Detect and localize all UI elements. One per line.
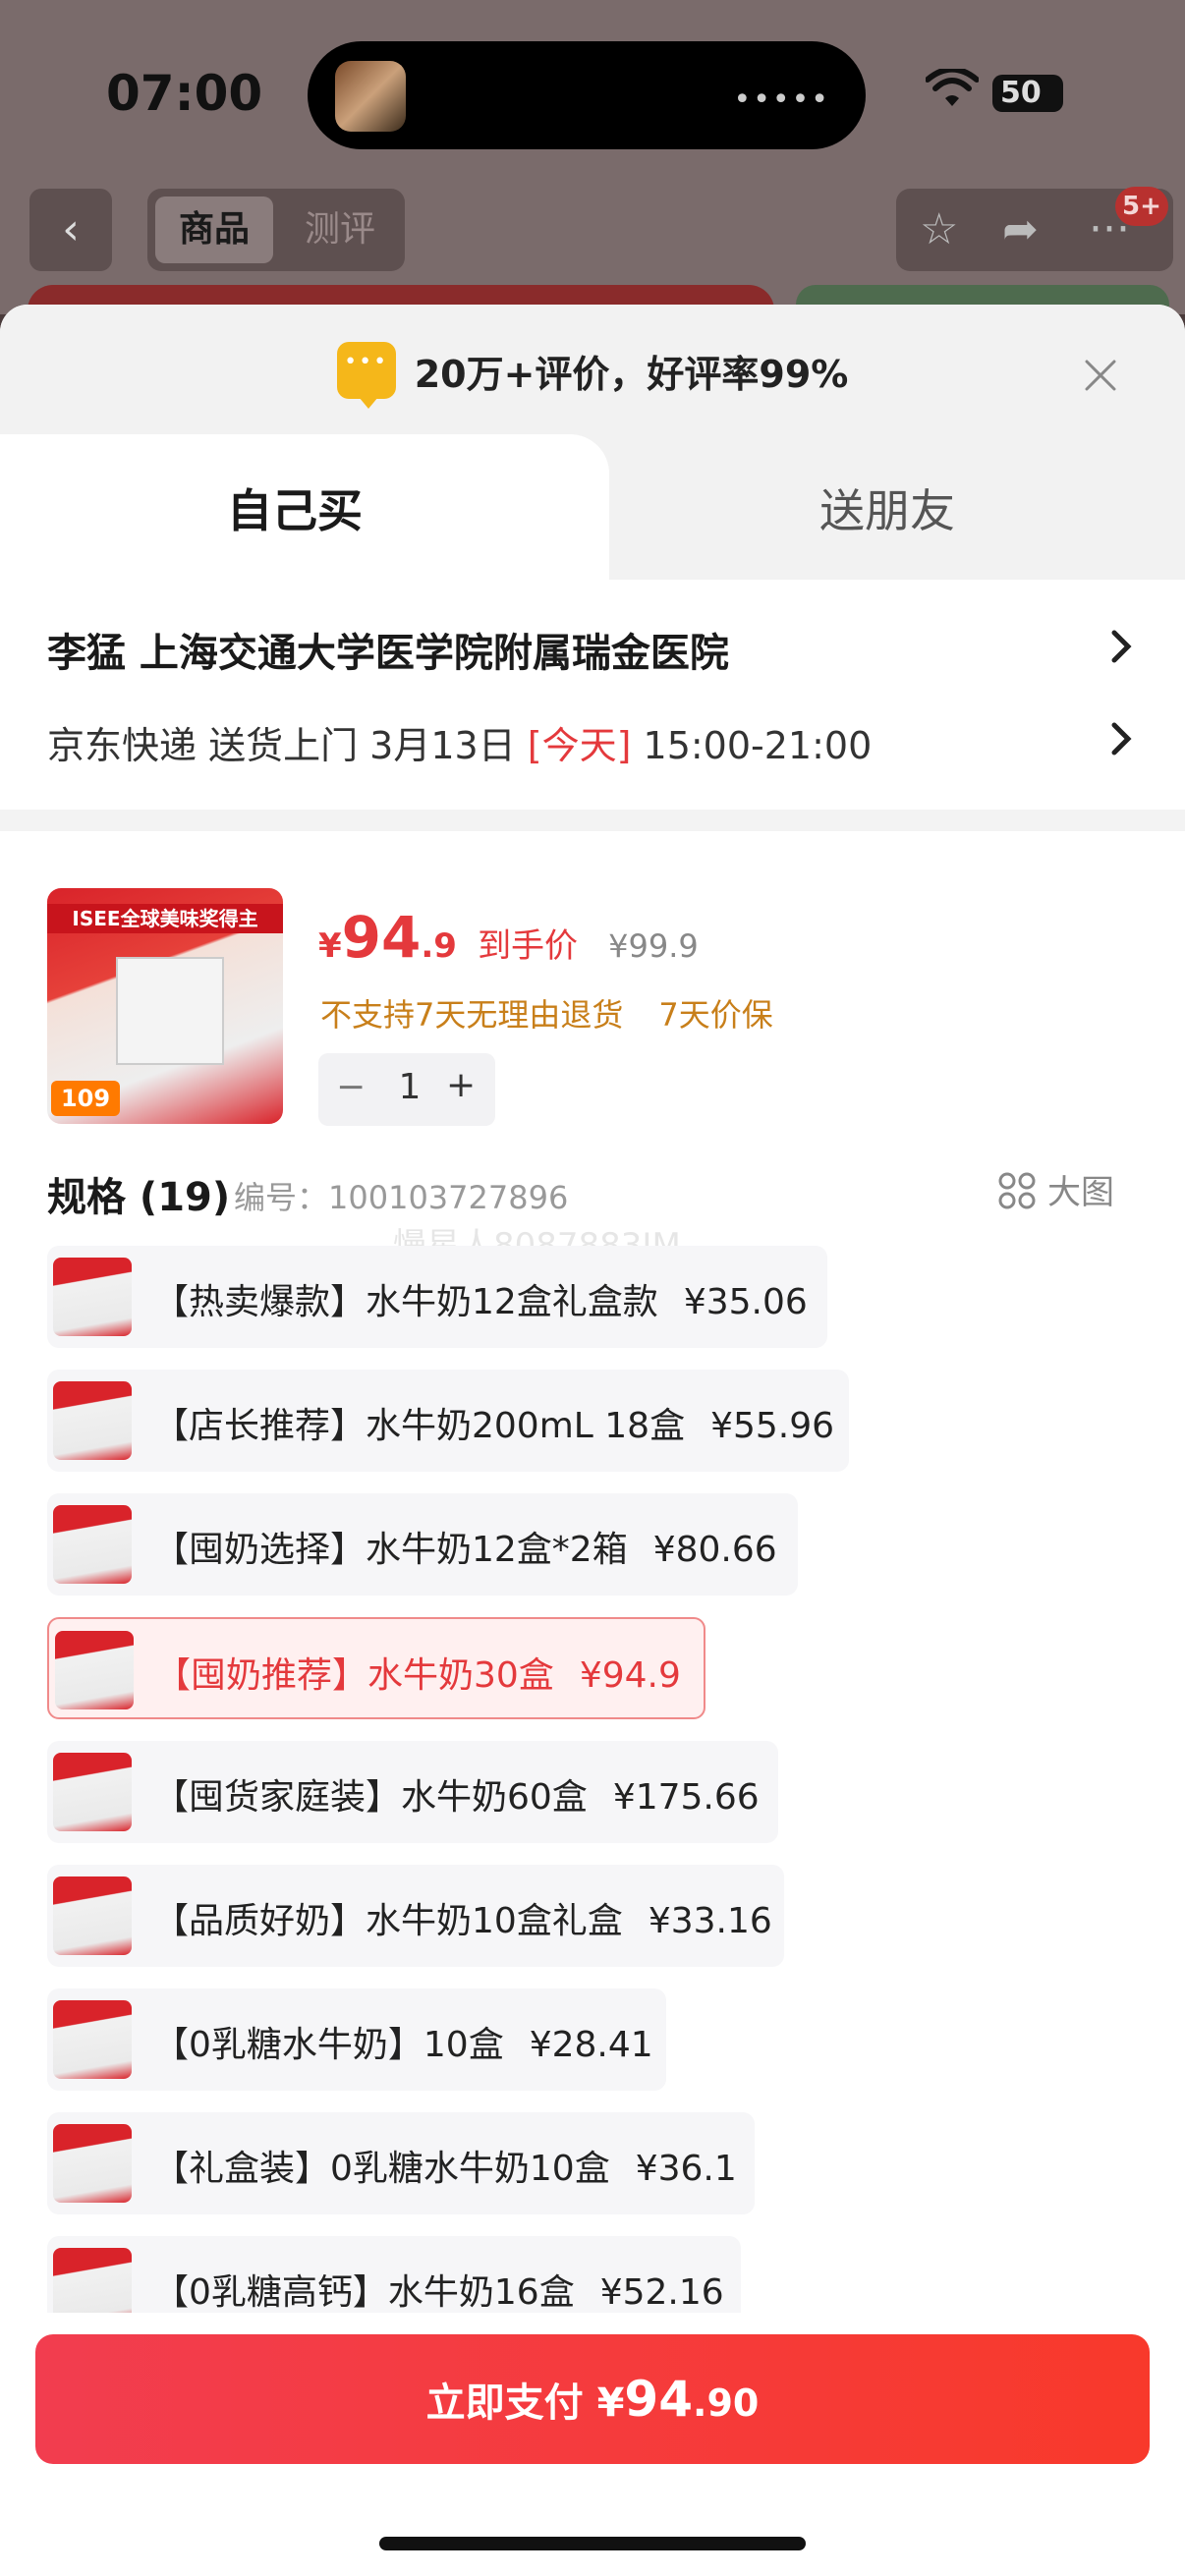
- spec-option-label: 【店长推荐】水牛奶200mL 18盒: [153, 1406, 686, 1446]
- product-image-banner: ISEE全球美味奖得主: [47, 904, 283, 933]
- spec-option-thumb: [53, 2000, 132, 2079]
- spec-option-label: 【礼盒装】0乳糖水牛奶10盒: [153, 2149, 610, 2189]
- spec-option-text: 【囤货家庭装】水牛奶60盒 ¥175.66: [153, 1768, 760, 1820]
- spec-option[interactable]: 【店长推荐】水牛奶200mL 18盒 ¥55.96: [47, 1370, 849, 1472]
- purchase-sheet: 20万+评价，好评率99% 自己买 送朋友 李猛 上海交通大学医学院附属瑞金医院…: [0, 305, 1185, 2576]
- product-box-graphic: [116, 957, 224, 1065]
- section-divider: [0, 810, 1185, 831]
- quantity-value[interactable]: 1: [395, 1067, 424, 1107]
- delivery-method: 京东快递 送货上门 3月13日: [47, 724, 528, 767]
- spec-option[interactable]: 【品质好奶】水牛奶10盒礼盒 ¥33.16: [47, 1865, 784, 1967]
- spec-option-thumb: [53, 1381, 132, 1460]
- spec-option-thumb: [53, 1753, 132, 1831]
- product-image-price: 109: [51, 1081, 120, 1116]
- spec-code: 编号：100103727896: [234, 1179, 569, 1216]
- delivery-today: [今天]: [527, 724, 632, 767]
- spec-option-text: 【0乳糖高钙】水牛奶16盒 ¥52.16: [153, 2264, 724, 2315]
- pay-amount: 94: [624, 2371, 694, 2428]
- segment-review[interactable]: 测评: [281, 196, 399, 263]
- battery-icon: 50: [992, 75, 1063, 112]
- pay-symbol: ¥: [596, 2380, 625, 2426]
- spec-option-price: ¥35.06: [683, 1282, 808, 1322]
- big-image-toggle[interactable]: 大图: [998, 1165, 1114, 1213]
- cart-badge: 5+: [1115, 187, 1168, 226]
- delivery-info[interactable]: 京东快递 送货上门 3月13日 [今天] 15:00-21:00: [47, 715, 872, 769]
- price-decimal: .9: [421, 926, 457, 966]
- spec-option[interactable]: 【热卖爆款】水牛奶12盒礼盒款 ¥35.06: [47, 1246, 827, 1348]
- spec-option-price: ¥36.1: [635, 2149, 737, 2189]
- spec-option-label: 【囤奶选择】水牛奶12盒*2箱: [153, 1530, 628, 1570]
- waveform-icon: •••••: [733, 83, 830, 117]
- spec-option-price: ¥33.16: [648, 1901, 772, 1941]
- price-symbol: ¥: [318, 926, 342, 966]
- pay-decimal: .90: [693, 2381, 760, 2425]
- pay-label: 立即支付: [425, 2380, 597, 2426]
- close-icon[interactable]: [1079, 354, 1122, 397]
- decrease-button[interactable]: −: [336, 1067, 366, 1107]
- spec-option-text: 【0乳糖水牛奶】10盒 ¥28.41: [153, 2016, 653, 2067]
- spec-option[interactable]: 【礼盒装】0乳糖水牛奶10盒 ¥36.1: [47, 2112, 755, 2214]
- tag-price-protect[interactable]: 7天价保: [658, 996, 772, 1034]
- spec-option-thumb: [55, 1631, 134, 1709]
- share-icon[interactable]: ➦: [1002, 204, 1039, 254]
- pay-now-button[interactable]: 立即支付 ¥94.90: [35, 2334, 1150, 2464]
- spec-option-selected[interactable]: 【囤奶推荐】水牛奶30盒 ¥94.9: [47, 1617, 705, 1719]
- spec-option-price: ¥94.9: [579, 1655, 681, 1696]
- original-price: ¥99.9: [608, 927, 699, 965]
- price-label: 到手价: [478, 926, 579, 966]
- spec-title: 规格 (19): [47, 1175, 231, 1220]
- spec-option-price: ¥52.16: [599, 2272, 724, 2313]
- spec-option-price: ¥28.41: [529, 2025, 653, 2065]
- quantity-stepper: − 1 +: [318, 1053, 495, 1126]
- segment-control[interactable]: 商品 测评: [147, 189, 405, 271]
- spec-option-price: ¥80.66: [652, 1530, 777, 1570]
- spec-option-thumb: [53, 1876, 132, 1955]
- spec-option-label: 【0乳糖高钙】水牛奶16盒: [153, 2272, 575, 2313]
- delivery-window: 15:00-21:00: [631, 724, 873, 767]
- tag-no-return: 不支持7天无理由退货: [320, 996, 624, 1034]
- chat-bubble-icon: [336, 342, 396, 409]
- wifi-icon: [926, 69, 979, 106]
- spec-option-label: 【囤奶推荐】水牛奶30盒: [155, 1655, 554, 1696]
- review-summary-text: 20万+评价，好评率99%: [414, 352, 849, 396]
- tab-self[interactable]: 自己买: [0, 476, 590, 540]
- spec-option[interactable]: 【囤货家庭装】水牛奶60盒 ¥175.66: [47, 1741, 778, 1843]
- review-summary: 20万+评价，好评率99%: [0, 342, 1185, 411]
- price-row: ¥94.9 到手价 ¥99.9: [318, 904, 699, 971]
- delivery-address[interactable]: 李猛 上海交通大学医学院附属瑞金医院: [47, 621, 729, 678]
- spec-option-label: 【热卖爆款】水牛奶12盒礼盒款: [153, 1282, 658, 1322]
- service-tags: 不支持7天无理由退货 7天价保: [320, 990, 773, 1036]
- spec-option-text: 【礼盒装】0乳糖水牛奶10盒 ¥36.1: [153, 2140, 737, 2191]
- spec-option-label: 【0乳糖水牛奶】10盒: [153, 2025, 504, 2065]
- back-button[interactable]: ‹: [29, 189, 112, 271]
- spec-option-thumb: [53, 2124, 132, 2203]
- spec-option-thumb: [53, 1258, 132, 1336]
- spec-option-price: ¥55.96: [710, 1406, 835, 1446]
- star-icon[interactable]: ☆: [920, 204, 958, 254]
- spec-option[interactable]: 【0乳糖水牛奶】10盒 ¥28.41: [47, 1988, 666, 2091]
- tab-gift-friend[interactable]: 送朋友: [590, 476, 1185, 540]
- spec-option-price: ¥175.66: [612, 1777, 760, 1818]
- spec-option-label: 【囤货家庭装】水牛奶60盒: [153, 1777, 588, 1818]
- chevron-right-icon[interactable]: [1106, 719, 1136, 758]
- segment-product[interactable]: 商品: [155, 196, 273, 263]
- spec-option-label: 【品质好奶】水牛奶10盒礼盒: [153, 1901, 623, 1941]
- product-image[interactable]: ISEE全球美味奖得主 109: [47, 888, 283, 1124]
- spec-option-thumb: [53, 1505, 132, 1584]
- big-image-label: 大图: [1047, 1173, 1114, 1212]
- increase-button[interactable]: +: [446, 1065, 476, 1105]
- spec-option-text: 【品质好奶】水牛奶10盒礼盒 ¥33.16: [153, 1892, 772, 1943]
- dynamic-island: •••••: [308, 41, 866, 149]
- spec-option-text: 【店长推荐】水牛奶200mL 18盒 ¥55.96: [153, 1397, 834, 1448]
- status-time: 07:00: [106, 65, 263, 122]
- spec-option-text: 【囤奶推荐】水牛奶30盒 ¥94.9: [155, 1647, 681, 1698]
- chevron-right-icon[interactable]: [1106, 627, 1136, 666]
- price-integer: 94: [341, 904, 422, 971]
- spec-option-text: 【热卖爆款】水牛奶12盒礼盒款 ¥35.06: [153, 1273, 808, 1324]
- now-playing-thumbnail: [335, 61, 406, 132]
- spec-option-text: 【囤奶选择】水牛奶12盒*2箱 ¥80.66: [153, 1521, 777, 1572]
- home-indicator: [379, 2537, 806, 2550]
- grid-icon: [998, 1172, 1036, 1209]
- spec-option[interactable]: 【囤奶选择】水牛奶12盒*2箱 ¥80.66: [47, 1493, 798, 1596]
